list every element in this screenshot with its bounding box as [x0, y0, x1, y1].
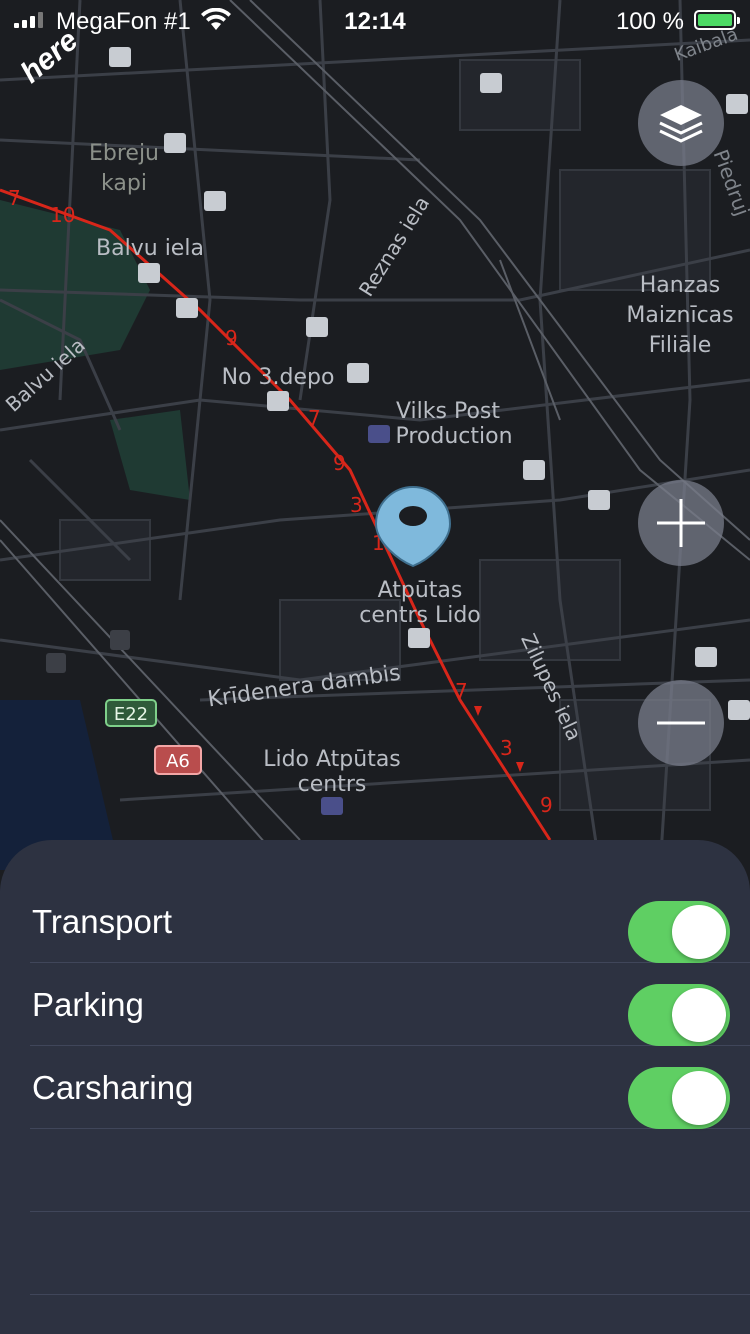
- tram-stop-icon[interactable]: [138, 263, 160, 283]
- toggle-row-carsharing[interactable]: Carsharing: [30, 1047, 750, 1129]
- route-number-label: 3: [500, 736, 513, 760]
- layers-sheet: Transport Parking Carsharing: [0, 840, 750, 1334]
- layers-icon: [659, 105, 703, 143]
- map-label-ebreju: Ebreju: [89, 141, 159, 166]
- toggle-label: Carsharing: [32, 1069, 194, 1106]
- bus-stop-icon[interactable]: [164, 133, 186, 153]
- toggle-label: Transport: [32, 903, 172, 940]
- road-shield-e22-label: E22: [114, 704, 148, 725]
- bus-stop-icon[interactable]: [588, 490, 610, 510]
- map-label-no3depo: No 3.depo: [222, 365, 335, 390]
- route-number-label: 7: [455, 679, 468, 703]
- map-label-hanzas: Hanzas: [640, 273, 720, 298]
- bus-stop-icon[interactable]: [726, 94, 748, 114]
- zoom-out-button[interactable]: [638, 680, 724, 766]
- route-number-label: 9: [225, 326, 238, 350]
- bus-stop-icon[interactable]: [523, 460, 545, 480]
- road-shield-a6-label: A6: [166, 751, 190, 772]
- bus-stop-icon[interactable]: [480, 73, 502, 93]
- plus-icon: [657, 499, 705, 547]
- bus-stop-icon[interactable]: [306, 317, 328, 337]
- fuel-station-icon[interactable]: [46, 653, 66, 673]
- layers-button[interactable]: [638, 80, 724, 166]
- tram-stop-icon[interactable]: [176, 298, 198, 318]
- tram-stop-icon[interactable]: [267, 391, 289, 411]
- camera-poi-icon[interactable]: [321, 797, 343, 815]
- carsharing-toggle[interactable]: [628, 1067, 730, 1129]
- route-number-label: 3: [350, 493, 363, 517]
- route-number-label: 9: [333, 451, 346, 475]
- camera-poi-icon[interactable]: [368, 425, 390, 443]
- status-bar: MegaFon #1 12:14 100 %: [0, 0, 750, 44]
- battery-percentage: 100 %: [615, 8, 684, 35]
- route-number-label: 10: [50, 203, 75, 227]
- map-label-filiale: Filiāle: [649, 333, 712, 358]
- map-label-centrs: centrs: [298, 772, 367, 797]
- map-label-kapi: kapi: [101, 171, 147, 196]
- bus-stop-icon[interactable]: [728, 700, 750, 720]
- toggle-row-transport[interactable]: Transport: [30, 881, 750, 963]
- map-label-balvu-iela: Balvu iela: [96, 236, 204, 261]
- route-number-label: 9: [540, 793, 553, 817]
- route-number-label: 7: [308, 406, 321, 430]
- minus-icon: [657, 721, 705, 725]
- bus-stop-icon[interactable]: [347, 363, 369, 383]
- map-label-vilks-post: Vilks Post: [396, 399, 500, 424]
- battery-icon: [694, 10, 740, 30]
- fuel-station-icon[interactable]: [110, 630, 130, 650]
- map-label-maiznicas: Maiznīcas: [626, 303, 733, 328]
- empty-row: [30, 1213, 750, 1295]
- bus-stop-icon[interactable]: [109, 47, 131, 67]
- toggle-row-parking[interactable]: Parking: [30, 964, 750, 1046]
- toggle-label: Parking: [32, 986, 144, 1023]
- parking-toggle[interactable]: [628, 984, 730, 1046]
- bus-stop-icon[interactable]: [695, 647, 717, 667]
- map-label-atputas: Atpūtas: [378, 578, 463, 603]
- map-label-production: Production: [395, 424, 512, 449]
- route-number-label: 7: [8, 186, 21, 210]
- bus-stop-icon[interactable]: [408, 628, 430, 648]
- map-label-lido-atputas: Lido Atpūtas: [263, 747, 401, 772]
- zoom-in-button[interactable]: [638, 480, 724, 566]
- bus-stop-icon[interactable]: [204, 191, 226, 211]
- empty-row: [30, 1130, 750, 1212]
- map-label-centrs-lido: centrs Lido: [359, 603, 481, 628]
- map-view[interactable]: 7 10 9 7 9 3 1 7 3 9 Ebreju kapi Balvu i…: [0, 0, 750, 870]
- transport-toggle[interactable]: [628, 901, 730, 963]
